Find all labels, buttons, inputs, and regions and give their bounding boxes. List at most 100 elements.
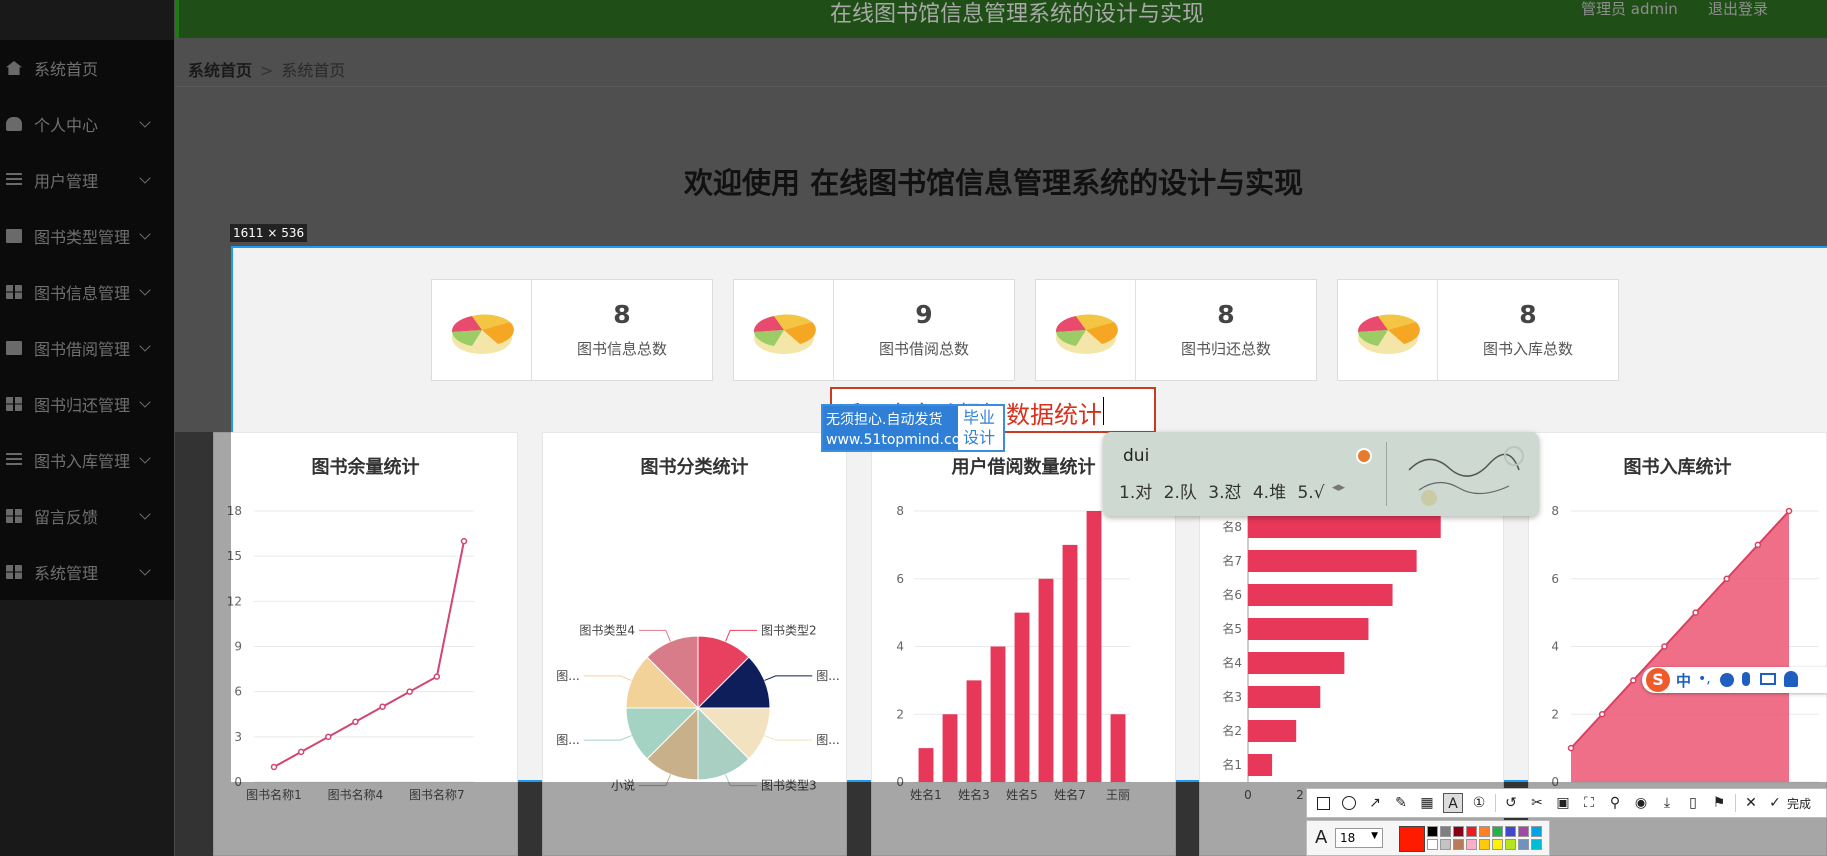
color-swatch[interactable] <box>1505 839 1516 850</box>
sidebar-item[interactable]: 个人中心 <box>0 96 174 152</box>
font-size-select[interactable]: 18 ▼ <box>1335 828 1383 848</box>
rectangle-tool-icon[interactable] <box>1313 793 1333 813</box>
translate-icon[interactable]: ▣ <box>1553 793 1573 813</box>
number-tool-icon[interactable]: ① <box>1469 793 1489 813</box>
breadcrumb-separator: > <box>260 61 274 80</box>
sidebar-item[interactable]: 图书入库管理 <box>0 432 174 488</box>
ad-text: 无须担心.自动发货 www.51topmind.com <box>823 406 974 450</box>
pie-label-line <box>725 774 758 787</box>
color-swatch[interactable] <box>1531 826 1542 837</box>
chevron-down-icon <box>139 396 151 408</box>
color-swatch[interactable] <box>1518 839 1529 850</box>
color-swatch[interactable] <box>1479 826 1490 837</box>
stat-icon-box <box>1036 280 1136 380</box>
text-caret <box>1103 397 1104 425</box>
ad-sticker[interactable]: 无须担心.自动发货 www.51topmind.com 毕业 设计 <box>821 404 1005 452</box>
sogou-ime-toolbar[interactable]: S 中 •, <box>1642 667 1827 693</box>
y-tick-label: 名5 <box>1222 621 1242 636</box>
ime-emoji-icon[interactable] <box>1356 448 1372 464</box>
y-tick-label: 18 <box>227 504 242 518</box>
color-swatch[interactable] <box>1492 839 1503 850</box>
color-swatch[interactable] <box>1505 826 1516 837</box>
record-icon[interactable]: ◉ <box>1631 793 1651 813</box>
logout-link[interactable]: 退出登录 <box>1708 0 1768 19</box>
bar <box>1248 550 1417 572</box>
color-swatch[interactable] <box>1466 839 1477 850</box>
capture-size-label: 1611 × 536 <box>230 224 308 242</box>
x-tick-label: 0 <box>1244 788 1252 802</box>
color-swatch[interactable] <box>1440 826 1451 837</box>
confirm-icon[interactable]: ✓ <box>1765 793 1785 813</box>
ad-tag: 毕业 设计 <box>963 408 995 448</box>
undo-icon[interactable]: ↺ <box>1501 793 1521 813</box>
color-swatch[interactable] <box>1440 839 1451 850</box>
close-icon[interactable]: ✕ <box>1741 793 1761 813</box>
y-tick-label: 名2 <box>1222 723 1242 738</box>
pie-label-line <box>764 675 813 681</box>
breadcrumb-current: 系统首页 <box>281 61 346 80</box>
pie-label: 图书类型2 <box>761 623 817 637</box>
bar <box>1248 754 1273 776</box>
user-icon[interactable] <box>1784 671 1798 687</box>
bookmark-icon[interactable]: ⚑ <box>1709 793 1729 813</box>
y-tick-label: 2 <box>1551 707 1559 721</box>
data-point <box>1754 541 1762 549</box>
ime-page-arrows-icon[interactable]: ◂▸ <box>1332 480 1345 495</box>
color-swatch[interactable] <box>1427 839 1438 850</box>
ime-candidate-window[interactable]: dui 1.对 2.队 3.怼 4.堆 5.√ ◂▸ <box>1103 432 1539 516</box>
punctuation-icon[interactable]: •, <box>1698 671 1711 687</box>
mosaic-tool-icon[interactable]: ▦ <box>1417 793 1437 813</box>
bar <box>990 646 1006 782</box>
bar <box>1014 612 1030 782</box>
phone-icon[interactable]: ▯ <box>1683 793 1703 813</box>
sidebar-item[interactable]: 图书信息管理 <box>0 264 174 320</box>
color-swatch[interactable] <box>1427 826 1438 837</box>
list-icon <box>6 173 22 187</box>
current-color-swatch[interactable] <box>1399 826 1425 852</box>
microphone-icon[interactable] <box>1742 672 1750 686</box>
color-swatch[interactable] <box>1453 826 1464 837</box>
pie-label: 图... <box>816 733 839 747</box>
download-icon[interactable]: ⤓ <box>1657 793 1677 813</box>
sliders-icon <box>6 453 22 467</box>
sidebar-item[interactable]: 图书类型管理 <box>0 208 174 264</box>
y-tick-label: 0 <box>234 775 242 789</box>
y-tick-label: 15 <box>227 549 242 563</box>
pen-tool-icon[interactable]: ✎ <box>1391 793 1411 813</box>
color-swatch[interactable] <box>1479 839 1490 850</box>
ime-candidates[interactable]: 1.对 2.队 3.怼 4.堆 5.√ <box>1119 478 1325 503</box>
color-swatch[interactable] <box>1492 826 1503 837</box>
y-tick-label: 6 <box>234 685 242 699</box>
ime-input: dui <box>1123 446 1150 466</box>
cut-icon[interactable]: ✂ <box>1527 793 1547 813</box>
done-button[interactable]: 完成 <box>1787 795 1811 812</box>
color-swatch[interactable] <box>1531 839 1542 850</box>
text-tool-icon[interactable]: A <box>1443 793 1463 813</box>
stat-value: 8 <box>1217 300 1235 329</box>
color-swatch[interactable] <box>1453 839 1464 850</box>
color-swatch[interactable] <box>1466 826 1477 837</box>
y-tick-label: 名6 <box>1222 587 1242 602</box>
pin-icon[interactable]: ⚲ <box>1605 793 1625 813</box>
sidebar-item[interactable]: 系统首页 <box>0 40 174 96</box>
chevron-down-icon: ▼ <box>1371 831 1378 841</box>
ad-tag-2: 设计 <box>963 428 996 447</box>
color-swatch[interactable] <box>1518 826 1529 837</box>
ocr-icon[interactable]: ⛶ <box>1579 793 1599 813</box>
y-tick-label: 名3 <box>1222 689 1242 704</box>
sogou-lang-label[interactable]: 中 <box>1676 670 1691 691</box>
sidebar-item[interactable]: 系统管理 <box>0 544 174 600</box>
pie-label-line <box>725 629 758 642</box>
ellipse-tool-icon[interactable] <box>1339 793 1359 813</box>
pie-label: 图... <box>556 733 579 747</box>
arrow-tool-icon[interactable]: ↗ <box>1365 793 1385 813</box>
keyboard-icon[interactable] <box>1760 673 1776 685</box>
breadcrumb-root[interactable]: 系统首页 <box>188 61 252 80</box>
sidebar-item[interactable]: 用户管理 <box>0 152 174 208</box>
emoji-icon[interactable] <box>1720 673 1734 687</box>
sidebar-item[interactable]: 图书归还管理 <box>0 376 174 432</box>
sidebar-item[interactable]: 图书借阅管理 <box>0 320 174 376</box>
sidebar-item[interactable]: 留言反馈 <box>0 488 174 544</box>
stat-icon-box <box>734 280 834 380</box>
x-tick-label: 姓名7 <box>1054 787 1086 802</box>
